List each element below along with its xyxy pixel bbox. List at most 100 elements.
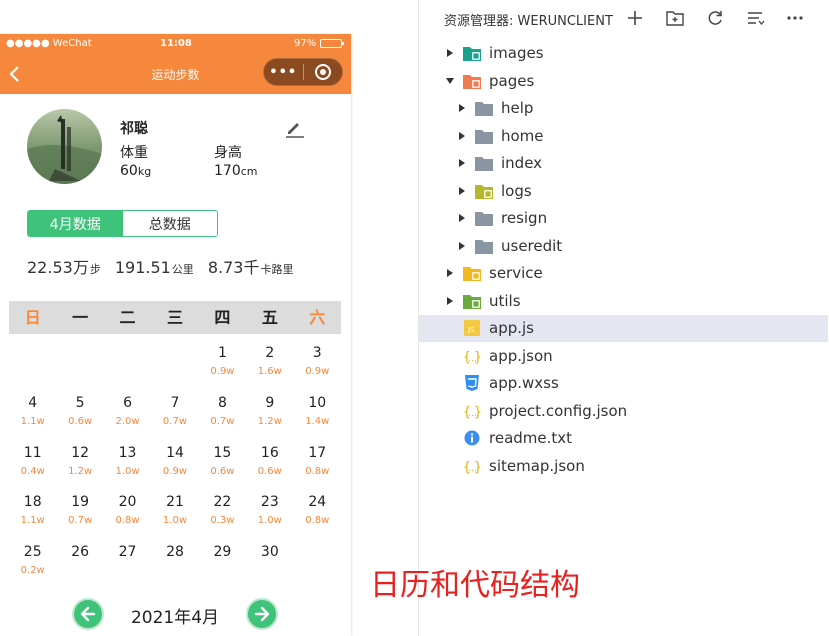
day-number: 8 xyxy=(217,394,227,411)
calendar-day-cell[interactable]: 2 1.6w xyxy=(246,344,293,394)
tree-folder-useredit[interactable]: useredit xyxy=(419,233,828,260)
calendar-day-cell[interactable]: 1 0.9w xyxy=(199,344,246,394)
calendar-day-cell[interactable]: 30 xyxy=(246,543,293,593)
collapse-icon[interactable] xyxy=(745,8,765,28)
more-menu-button[interactable]: ••• xyxy=(264,65,303,80)
calendar-empty-cell xyxy=(104,344,151,394)
css-file-icon xyxy=(463,375,481,391)
calendar-day-cell[interactable]: 6 2.0w xyxy=(104,394,151,444)
chevron-right-icon[interactable] xyxy=(458,241,466,250)
tree-file-app-js[interactable]: JS app.js xyxy=(419,315,828,342)
day-steps: 0.9w xyxy=(210,366,235,377)
tree-file-readme-txt[interactable]: readme.txt xyxy=(419,425,828,452)
user-name: 祁聪 xyxy=(120,121,148,137)
calendar-day-cell[interactable]: 21 1.0w xyxy=(151,493,198,543)
next-month-button[interactable] xyxy=(246,598,278,630)
tree-item-label: pages xyxy=(489,71,535,90)
tree-folder-resign[interactable]: resign xyxy=(419,205,828,232)
day-number: 19 xyxy=(71,494,90,511)
folder-icon xyxy=(475,128,493,144)
calendar-day-cell[interactable]: 26 xyxy=(56,543,103,593)
tree-file-sitemap-json[interactable]: {…} sitemap.json xyxy=(419,453,828,480)
tree-folder-images[interactable]: images xyxy=(419,40,828,67)
calendar-day-cell[interactable]: 23 1.0w xyxy=(246,493,293,543)
calendar-day-cell[interactable]: 4 1.1w xyxy=(9,394,56,444)
calendar-day-cell[interactable]: 9 1.2w xyxy=(246,394,293,444)
day-number: 16 xyxy=(260,444,279,461)
chevron-right-icon[interactable] xyxy=(458,186,466,195)
tree-folder-pages[interactable]: pages xyxy=(419,68,828,95)
refresh-icon[interactable] xyxy=(705,8,725,28)
tree-folder-utils[interactable]: utils xyxy=(419,288,828,315)
add-file-icon[interactable] xyxy=(625,8,645,28)
folder-images-icon xyxy=(463,45,481,61)
tree-folder-index[interactable]: index xyxy=(419,150,828,177)
day-number: 17 xyxy=(308,444,327,461)
tree-file-app-json[interactable]: {…} app.json xyxy=(419,343,828,370)
tab-total-data[interactable]: 总数据 xyxy=(122,211,217,236)
calendar-day-cell[interactable]: 17 0.8w xyxy=(294,444,341,494)
chevron-right-icon[interactable] xyxy=(458,104,466,112)
folder-logs-icon xyxy=(475,183,493,199)
day-number: 13 xyxy=(118,444,137,461)
battery-indicator: 97% xyxy=(294,38,345,49)
edit-icon[interactable] xyxy=(284,118,304,138)
js-file-icon: JS xyxy=(463,320,481,336)
calendar-day-cell[interactable]: 10 1.4w xyxy=(294,394,341,444)
tree-file-project-config-json[interactable]: {…} project.config.json xyxy=(419,398,828,425)
folder-icon xyxy=(475,100,493,116)
height-number: 170 xyxy=(214,163,241,179)
calendar-day-cell[interactable]: 19 0.7w xyxy=(56,493,103,543)
day-number: 4 xyxy=(28,394,38,411)
calendar-day-cell[interactable]: 22 0.3w xyxy=(199,493,246,543)
calendar-day-cell[interactable]: 11 0.4w xyxy=(9,444,56,494)
day-number: 12 xyxy=(71,444,90,461)
folder-icon xyxy=(475,238,493,254)
tree-file-app-wxss[interactable]: app.wxss xyxy=(419,370,828,397)
calendar-day-cell[interactable]: 24 0.8w xyxy=(294,493,341,543)
tab-month-data[interactable]: 4月数据 xyxy=(28,211,123,236)
day-number: 7 xyxy=(170,394,180,411)
calendar-day-cell[interactable]: 28 xyxy=(151,543,198,593)
calendar-day-cell[interactable]: 7 0.7w xyxy=(151,394,198,444)
calendar-day-cell[interactable]: 3 0.9w xyxy=(294,344,341,394)
chevron-right-icon[interactable] xyxy=(446,49,454,57)
day-number: 3 xyxy=(312,345,322,361)
chevron-down-icon[interactable] xyxy=(446,77,454,85)
avatar[interactable] xyxy=(27,109,102,184)
tree-folder-service[interactable]: service xyxy=(419,260,828,287)
calendar-day-cell[interactable]: 8 0.7w xyxy=(199,394,246,444)
calendar-day-cell[interactable]: 27 xyxy=(104,543,151,593)
calendar-day-cell[interactable]: 18 1.1w xyxy=(9,493,56,543)
chevron-right-icon[interactable] xyxy=(458,131,466,140)
new-folder-icon[interactable] xyxy=(665,8,685,28)
day-steps: 1.6w xyxy=(257,366,282,377)
calendar-day-cell[interactable]: 16 0.6w xyxy=(246,444,293,494)
calendar-day-cell[interactable]: 15 0.6w xyxy=(199,444,246,494)
chevron-right-icon[interactable] xyxy=(458,159,466,167)
day-number: 9 xyxy=(265,394,275,411)
day-number: 10 xyxy=(308,394,327,411)
more-icon[interactable] xyxy=(785,8,805,28)
calendar-day-cell[interactable]: 13 1.0w xyxy=(104,444,151,494)
close-mini-program-button[interactable] xyxy=(303,63,342,81)
calendar-day-cell[interactable]: 25 0.2w xyxy=(9,543,56,593)
tree-folder-help[interactable]: help xyxy=(419,95,828,122)
day-steps: 0.7w xyxy=(210,415,235,427)
weight-label: 体重 xyxy=(120,145,148,161)
day-number: 6 xyxy=(123,394,133,411)
calendar-empty-cell xyxy=(151,344,198,394)
day-number: 1 xyxy=(217,345,227,361)
calendar-day-cell[interactable]: 14 0.9w xyxy=(151,444,198,494)
calendar-day-cell[interactable]: 29 xyxy=(199,543,246,593)
calendar-day-cell[interactable]: 5 0.6w xyxy=(56,394,103,444)
chevron-right-icon[interactable] xyxy=(458,214,466,222)
chevron-right-icon[interactable] xyxy=(446,296,454,305)
calendar-day-cell[interactable]: 12 1.2w xyxy=(56,444,103,494)
tree-folder-home[interactable]: home xyxy=(419,123,828,150)
day-number: 26 xyxy=(71,544,90,561)
tree-item-label: project.config.json xyxy=(489,401,628,420)
calendar-day-cell[interactable]: 20 0.8w xyxy=(104,493,151,543)
tree-folder-logs[interactable]: logs xyxy=(419,178,828,205)
chevron-right-icon[interactable] xyxy=(446,269,454,277)
